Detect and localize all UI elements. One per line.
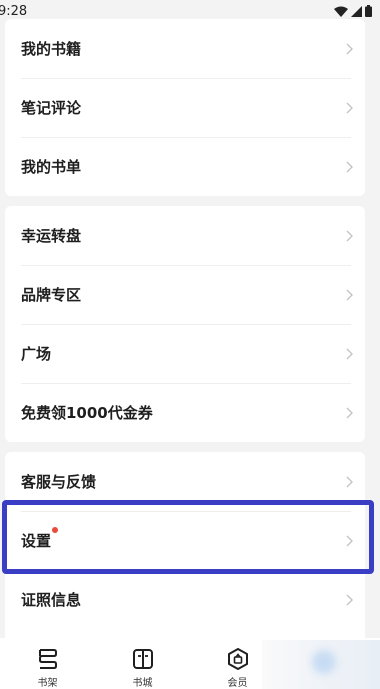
blurred-tab-icon xyxy=(312,650,336,674)
settings-label-text: 设置 xyxy=(21,532,52,550)
chevron-right-icon xyxy=(346,289,353,300)
chevron-right-icon xyxy=(346,594,353,605)
signal-icon xyxy=(351,5,362,17)
chevron-right-icon xyxy=(346,230,353,241)
chevron-right-icon xyxy=(346,161,353,172)
chevron-right-icon xyxy=(346,102,353,113)
tab-label: 书架 xyxy=(37,678,58,689)
wifi-icon xyxy=(334,6,348,17)
tab-bookshelf[interactable]: 书架 xyxy=(0,638,95,689)
menu-item-my-books[interactable]: 我的书籍 xyxy=(5,19,365,78)
menu-group-support: 客服与反馈 设置 证照信息 xyxy=(5,452,365,638)
menu-item-free-voucher[interactable]: 免费领1000代金券 xyxy=(5,383,365,442)
menu-group-my-content: 我的书籍 笔记评论 我的书单 xyxy=(5,19,365,196)
book-store-icon xyxy=(132,649,153,669)
membership-icon xyxy=(227,648,248,670)
menu-item-notes-comments[interactable]: 笔记评论 xyxy=(5,78,365,137)
chevron-right-icon xyxy=(346,476,353,487)
menu-item-label: 证照信息 xyxy=(21,591,82,609)
status-icons xyxy=(334,5,372,17)
chevron-right-icon xyxy=(346,348,353,359)
battery-icon xyxy=(365,5,372,17)
menu-item-label: 品牌专区 xyxy=(21,286,82,304)
status-time: 9:28 xyxy=(0,3,28,19)
menu-item-label: 笔记评论 xyxy=(21,99,82,117)
menu-item-label: 广场 xyxy=(21,345,52,363)
menu-item-lucky-wheel[interactable]: 幸运转盘 xyxy=(5,206,365,265)
menu-item-brand-zone[interactable]: 品牌专区 xyxy=(5,265,365,324)
tab-label: 会员 xyxy=(227,678,248,689)
menu-item-label: 设置 xyxy=(21,527,59,551)
menu-group-activities: 幸运转盘 品牌专区 广场 免费领1000代金券 xyxy=(5,206,365,442)
tab-label: 书城 xyxy=(132,678,153,689)
menu-item-license-info[interactable]: 证照信息 xyxy=(5,570,365,629)
notification-dot xyxy=(52,527,59,533)
menu-item-settings[interactable]: 设置 xyxy=(5,511,365,570)
menu-item-label: 免费领1000代金券 xyxy=(21,404,153,422)
tab-bookstore[interactable]: 书城 xyxy=(95,638,190,689)
menu-item-label: 我的书单 xyxy=(21,158,82,176)
bookshelf-icon xyxy=(38,649,57,669)
chevron-right-icon xyxy=(346,407,353,418)
menu-item-label: 客服与反馈 xyxy=(21,473,97,491)
menu-item-label: 我的书籍 xyxy=(21,40,82,58)
chevron-right-icon xyxy=(346,43,353,54)
menu-item-customer-service[interactable]: 客服与反馈 xyxy=(5,452,365,511)
menu-item-label: 幸运转盘 xyxy=(21,227,82,245)
chevron-right-icon xyxy=(346,535,353,546)
menu-item-plaza[interactable]: 广场 xyxy=(5,324,365,383)
menu-item-my-booklists[interactable]: 我的书单 xyxy=(5,137,365,196)
